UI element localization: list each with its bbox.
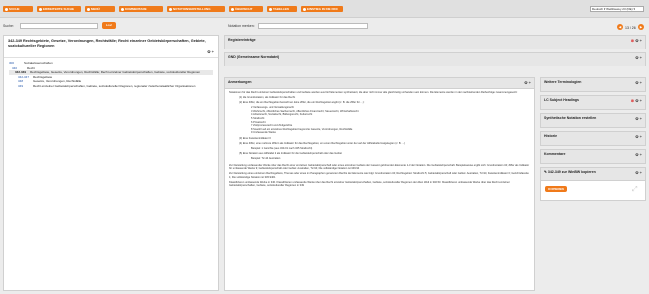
next-page-button[interactable]: ▶ — [638, 24, 644, 30]
language-select[interactable]: Deutsch ▾ WebDewey 23 (DE) ▾ — [590, 6, 644, 12]
copy-button[interactable]: KOPIEREN — [545, 186, 567, 192]
search-plus-icon — [39, 7, 42, 11]
toolbar-button-erweiterte-suche[interactable]: ERWEITERTE SUCHE — [37, 6, 81, 12]
anm-item: (2) Eine Ziffer, die ein Rechtsgebiet be… — [239, 101, 365, 105]
gnd-panel: GND (Gemeinsame Normdatei) ✿ + — [224, 52, 646, 66]
search-input[interactable] — [20, 23, 98, 29]
toolbar-button-notationserstellung[interactable]: NOTATIONSERSTELLUNG — [167, 6, 225, 12]
copy-header[interactable]: ✎ 342-349 zur WinBW kopieren ✿ + — [541, 168, 645, 181]
panel-title: Historie — [544, 134, 558, 138]
hierarchy-title: 342-349 Rechtsgebiete, Gesetze, Verordnu… — [4, 36, 218, 58]
panel-title: Weitere Terminologien — [544, 80, 582, 84]
panel-controls[interactable]: ✿ + — [635, 170, 642, 175]
comment-icon — [121, 7, 124, 11]
anm-item: (5) Eine Notation aus Hilfstafel 2 als I… — [239, 151, 342, 155]
anmerkungen-controls[interactable]: ✿ + — [524, 80, 531, 85]
synthetic-panel: Synthetische Notation erstellen ✿ + — [540, 113, 646, 128]
panel-title: Kommentare — [544, 152, 566, 156]
anmerkungen-header[interactable]: Anmerkungen ✿ + — [225, 78, 534, 89]
menu-icon — [87, 7, 90, 11]
toolbar-button-uebersicht[interactable]: ÜBERSICHT — [229, 6, 263, 12]
anm-para: Zur Darstellung eines einzelnen Rechtsge… — [229, 172, 529, 179]
register-controls[interactable]: ⊗ ✿ + — [631, 38, 642, 43]
copy-panel: ✎ 342-349 zur WinBW kopieren ✿ + KOPIEREN… — [540, 167, 646, 201]
lcsh-header[interactable]: LC Subject Headings ⊗ ✿ + — [541, 96, 645, 109]
search-icon — [5, 7, 8, 11]
anm-item: (3) Eine Facettenindikator 0 — [239, 136, 271, 140]
anm-item: Beispiel: T2-44 Australien — [251, 156, 281, 160]
panel-title: LC Subject Headings — [544, 98, 580, 102]
synthetic-header[interactable]: Synthetische Notation erstellen ✿ + — [541, 114, 645, 127]
info-icon — [303, 7, 306, 11]
gnd-title: GND (Gemeinsame Normdatei) — [228, 55, 280, 59]
overview-icon — [231, 7, 234, 11]
hierarchy-tree: 300 Sozialwissenschaften 340 Recht 342-349… — [4, 58, 218, 91]
anm-item: 9 Umfassende Werke — [251, 131, 276, 135]
hierarchy-controls[interactable]: ✿ + — [8, 49, 214, 54]
panel-controls[interactable]: ✿ + — [635, 134, 642, 139]
panel-controls[interactable]: ⊗ ✿ + — [631, 98, 642, 103]
weitere-terminologien-header[interactable]: Weitere Terminologien ✿ + — [541, 78, 645, 91]
tree-row[interactable]: 349 Recht einzelner Gebietskörperschaften… — [9, 84, 213, 89]
lcsh-panel: LC Subject Headings ⊗ ✿ + — [540, 95, 646, 110]
tree-code[interactable]: 349 — [18, 84, 30, 89]
search-label: Suche: — [3, 24, 14, 28]
close-icon[interactable]: ⊗ — [631, 98, 634, 103]
search-go-button[interactable]: Los! — [102, 22, 116, 29]
build-icon — [169, 7, 172, 11]
notation-label: Notation merken: — [228, 24, 255, 28]
register-header[interactable]: Registereinträge ⊗ ✿ + — [225, 36, 645, 49]
toolbar-button-suche[interactable]: SUCHE — [3, 6, 33, 12]
anm-intro: Notationen für das Recht einzelner Gebie… — [229, 91, 518, 94]
historie-header[interactable]: Historie ✿ + — [541, 132, 645, 145]
panel-controls[interactable]: ✿ + — [635, 80, 642, 85]
toolbar-button-einstieg[interactable]: EINSTIEG IN DIE DDC — [301, 6, 343, 12]
anm-links: Klassifizieren umfassende Werke in 340. … — [229, 180, 510, 188]
kommentare-panel: Kommentare ✿ + — [540, 149, 646, 164]
close-icon[interactable]: ⊗ — [631, 38, 634, 43]
register-panel: Registereinträge ⊗ ✿ + — [224, 35, 646, 49]
anm-para: Zur Darstellung umfassender Werke über d… — [229, 163, 530, 171]
anmerkungen-title: Anmerkungen — [228, 80, 252, 84]
gnd-header[interactable]: GND (Gemeinsame Normdatei) ✿ + — [225, 53, 645, 66]
tree-text: Rechtsgebiete, Gesetze, Verordnungen, Re… — [30, 70, 201, 74]
kommentare-header[interactable]: Kommentare ✿ + — [541, 150, 645, 163]
panel-title: 342-349 zur WinBW kopieren — [547, 170, 596, 174]
prev-page-button[interactable]: ◀ — [617, 24, 623, 30]
anmerkungen-body: Notationen für das Recht einzelner Gebie… — [225, 89, 534, 192]
toolbar-button-menu[interactable]: MENÜ — [85, 6, 115, 12]
hierarchy-panel: 342-349 Rechtsgebiete, Gesetze, Verordnu… — [3, 35, 219, 291]
anm-item: Beispiel: 1 Gerichte (aus 343-01 nach 34… — [251, 146, 313, 150]
anm-item: (1) die Grundnotation, als Indikator für… — [239, 96, 296, 100]
hierarchy-title-text: 342-349 Rechtsgebiete, Gesetze, Verordnu… — [8, 39, 206, 48]
page-info: 13 / 26 — [625, 26, 636, 30]
historie-panel: Historie ✿ + — [540, 131, 646, 146]
toolbar-button-kommentare[interactable]: KOMMENTARE — [119, 6, 163, 12]
anm-item: (4) Eine Ziffer, eine mehrere Ziffern al… — [239, 141, 406, 145]
panel-title: Synthetische Notation erstellen — [544, 116, 597, 120]
panel-controls[interactable]: ✿ + — [635, 152, 642, 157]
gnd-controls[interactable]: ✿ + — [635, 55, 642, 60]
panel-controls[interactable]: ✿ + — [635, 116, 642, 121]
tree-text: Recht einzelner Gebietskörperschaften, G… — [33, 83, 196, 88]
resize-icon[interactable]: ⤢ — [632, 186, 640, 194]
toolbar-button-tabellen[interactable]: TABELLEN — [267, 6, 297, 12]
notation-input[interactable] — [258, 23, 368, 29]
weitere-terminologien-panel: Weitere Terminologien ✿ + — [540, 77, 646, 92]
register-title: Registereinträge — [228, 38, 256, 42]
anmerkungen-panel: Anmerkungen ✿ + Notationen für das Recht… — [224, 77, 535, 291]
top-toolbar: SUCHE ERWEITERTE SUCHE MENÜ KOMMENTARE N… — [0, 0, 649, 18]
table-icon — [269, 7, 272, 11]
